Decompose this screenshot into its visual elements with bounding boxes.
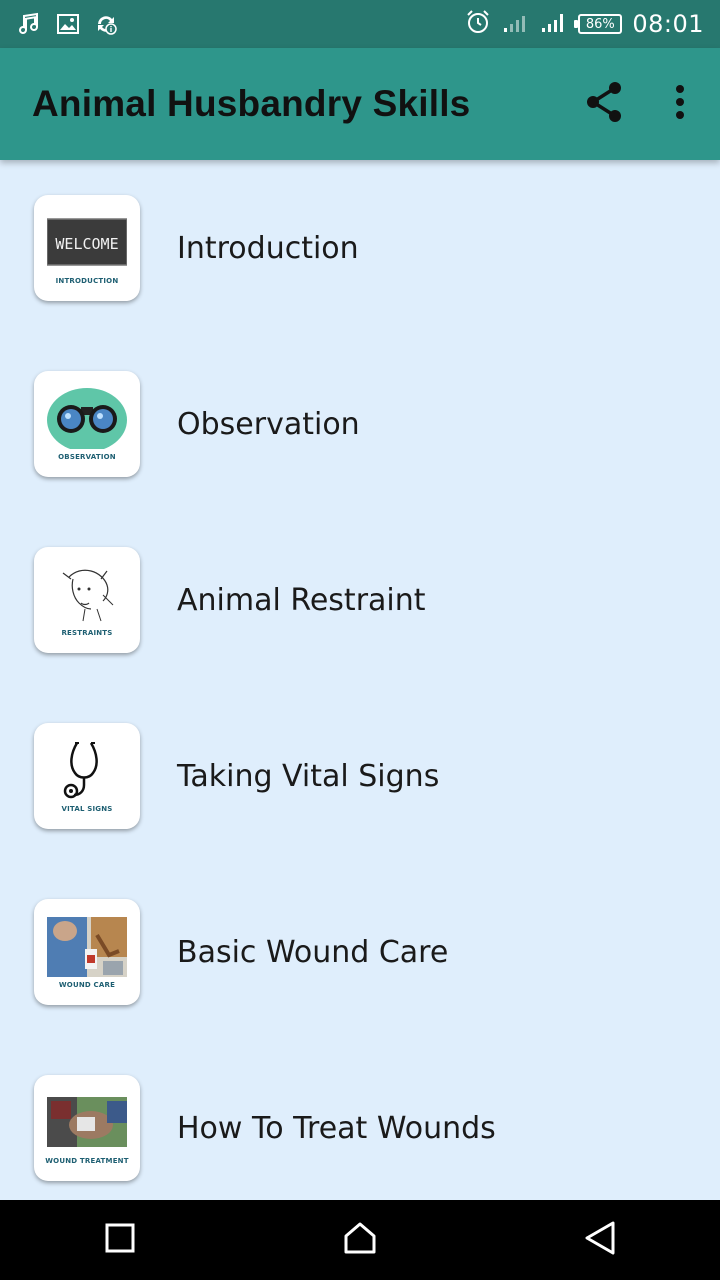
list-item-label: How To Treat Wounds xyxy=(177,1110,496,1146)
thumbnail-caption: WOUND CARE xyxy=(58,981,116,989)
share-button[interactable] xyxy=(564,64,644,144)
wound-treatment-thumbnail: WOUND TREATMENT xyxy=(34,1075,140,1181)
thumbnail-caption: RESTRAINTS xyxy=(61,629,113,637)
app-title: Animal Husbandry Skills xyxy=(32,83,471,124)
app-bar: Animal Husbandry Skills xyxy=(0,48,720,160)
welcome-chalkboard-icon: WELCOME xyxy=(47,218,127,266)
list-item-taking-vital-signs[interactable]: VITAL SIGNS Taking Vital Signs xyxy=(0,688,720,864)
clock: 08:01 xyxy=(632,10,704,38)
thumbnail-caption: WOUND TREATMENT xyxy=(45,1157,129,1165)
binoculars-icon xyxy=(47,388,127,449)
list-item-how-to-treat-wounds[interactable]: WOUND TREATMENT How To Treat Wounds xyxy=(0,1040,720,1200)
share-icon xyxy=(584,81,624,127)
list-item-animal-restraint[interactable]: RESTRAINTS Animal Restraint xyxy=(0,512,720,688)
wound-care-thumbnail: WOUND CARE xyxy=(34,899,140,1005)
recents-button[interactable] xyxy=(60,1200,180,1280)
music-note-icon xyxy=(18,12,42,36)
sync-info-icon xyxy=(94,12,118,36)
square-icon xyxy=(104,1222,136,1258)
home-icon xyxy=(342,1220,378,1260)
list-item-label: Basic Wound Care xyxy=(177,934,449,970)
signal-weak-icon xyxy=(502,10,530,38)
topic-list: WELCOME INTRODUCTION Introduction OBSERV… xyxy=(0,160,720,1200)
navigation-bar xyxy=(0,1200,720,1280)
back-button[interactable] xyxy=(540,1200,660,1280)
svg-text:WELCOME: WELCOME xyxy=(55,235,118,253)
restraint-thumbnail: RESTRAINTS xyxy=(34,547,140,653)
signal-strong-icon xyxy=(540,10,568,38)
list-item-introduction[interactable]: WELCOME INTRODUCTION Introduction xyxy=(0,160,720,336)
overflow-menu-button[interactable] xyxy=(644,64,716,144)
stethoscope-icon xyxy=(63,742,98,799)
more-vert-icon xyxy=(675,84,685,124)
cow-sketch-icon xyxy=(62,569,114,622)
image-icon xyxy=(56,12,80,36)
thumbnail-caption: VITAL SIGNS xyxy=(61,805,113,813)
observation-thumbnail: OBSERVATION xyxy=(34,371,140,477)
list-item-label: Observation xyxy=(177,406,360,442)
list-item-label: Animal Restraint xyxy=(177,582,426,618)
list-item-basic-wound-care[interactable]: WOUND CARE Basic Wound Care xyxy=(0,864,720,1040)
introduction-thumbnail: WELCOME INTRODUCTION xyxy=(34,195,140,301)
wound-care-photo-icon xyxy=(47,917,127,977)
wound-treatment-photo-icon xyxy=(47,1097,127,1147)
list-item-label: Taking Vital Signs xyxy=(177,758,440,794)
list-item-observation[interactable]: OBSERVATION Observation xyxy=(0,336,720,512)
home-button[interactable] xyxy=(300,1200,420,1280)
alarm-icon xyxy=(464,8,492,40)
thumbnail-caption: INTRODUCTION xyxy=(55,277,119,285)
back-triangle-icon xyxy=(583,1220,617,1260)
vital-signs-thumbnail: VITAL SIGNS xyxy=(34,723,140,829)
battery-indicator: 86% xyxy=(574,14,623,34)
list-item-label: Introduction xyxy=(177,230,359,266)
thumbnail-caption: OBSERVATION xyxy=(58,453,116,461)
status-bar: 86% 08:01 xyxy=(0,0,720,48)
